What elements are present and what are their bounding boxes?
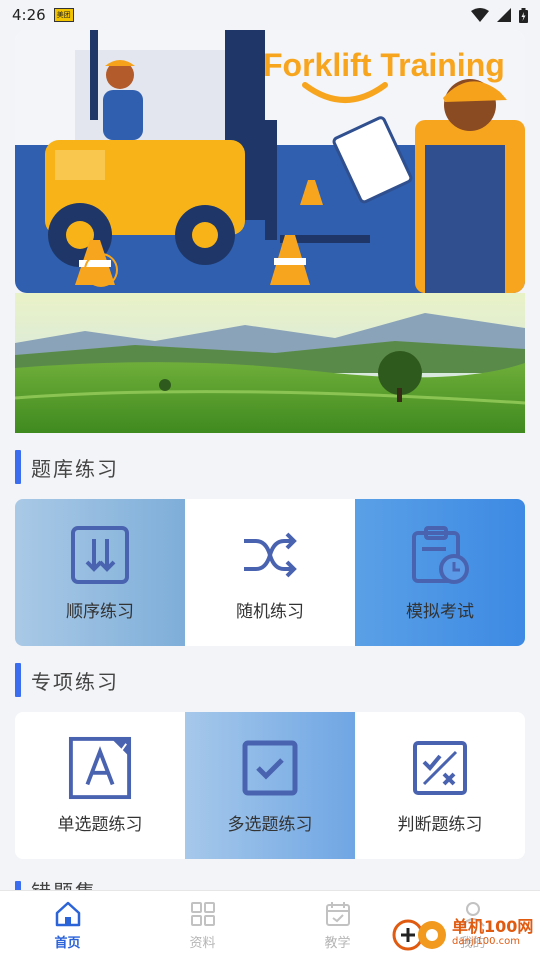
- signal-icon: [497, 8, 511, 22]
- site-watermark: 单机100网 danji100.com: [390, 915, 533, 951]
- question-bank-grid: 顺序练习 随机练习 模拟考试: [15, 499, 525, 646]
- card-label: 顺序练习: [66, 602, 134, 622]
- battery-icon: [519, 7, 528, 23]
- nav-home[interactable]: 首页: [0, 891, 135, 960]
- wifi-icon: [471, 8, 489, 22]
- home-icon: [55, 901, 80, 927]
- nav-materials[interactable]: 资料: [135, 891, 270, 960]
- nav-label: 资料: [189, 936, 216, 951]
- watermark-main: 单机100网: [452, 917, 534, 936]
- section-accent-bar: [15, 663, 21, 697]
- section-title: 专项练习: [31, 669, 119, 694]
- calendar-check-icon: [325, 902, 350, 926]
- shuffle-icon: [238, 523, 302, 587]
- status-icons: [471, 7, 528, 23]
- mock-exam-card[interactable]: 模拟考试: [355, 499, 525, 646]
- forklift-training-banner[interactable]: Forklift Training: [15, 30, 525, 293]
- card-label: 随机练习: [236, 602, 304, 622]
- section-title: 题库练习: [31, 456, 119, 481]
- multiple-choice-card[interactable]: 多选题练习: [185, 712, 355, 859]
- section-question-bank: 题库练习: [15, 449, 119, 485]
- sequential-practice-card[interactable]: 顺序练习: [15, 499, 185, 646]
- multi-choice-icon: [238, 736, 302, 800]
- judge-icon: [408, 736, 472, 800]
- status-time: 4:26: [12, 6, 46, 24]
- random-practice-card[interactable]: 随机练习: [185, 499, 355, 646]
- card-label: 模拟考试: [406, 602, 474, 622]
- single-choice-icon: [68, 736, 132, 800]
- section-special-practice: 专项练习: [15, 662, 119, 698]
- watermark-sub: danji100.com: [452, 936, 520, 947]
- card-label: 多选题练习: [227, 815, 313, 835]
- sequence-icon: [68, 523, 132, 587]
- true-false-card[interactable]: 判断题练习: [355, 712, 525, 859]
- special-practice-grid: 单选题练习 多选题练习 判断题练习: [15, 712, 525, 859]
- card-label: 单选题练习: [57, 815, 143, 835]
- banner-title: Forklift Training: [263, 47, 505, 83]
- grid-icon: [190, 902, 215, 926]
- status-bar: 4:26 美团: [0, 0, 540, 30]
- landscape-banner-image[interactable]: [15, 293, 525, 433]
- section-accent-bar: [15, 450, 21, 484]
- card-label: 判断题练习: [397, 815, 483, 835]
- exam-clipboard-icon: [408, 523, 472, 587]
- nav-label: 首页: [54, 936, 81, 951]
- single-choice-card[interactable]: 单选题练习: [15, 712, 185, 859]
- forklift-illustration: Forklift Training: [15, 30, 525, 293]
- watermark-logo-icon: [392, 919, 446, 951]
- nav-teaching[interactable]: 教学: [270, 891, 405, 960]
- nav-label: 教学: [324, 936, 351, 951]
- watermark-text: 单机100网 danji100.com: [452, 918, 533, 948]
- meituan-notification-icon: 美团: [53, 8, 74, 22]
- landscape-illustration: [15, 293, 525, 433]
